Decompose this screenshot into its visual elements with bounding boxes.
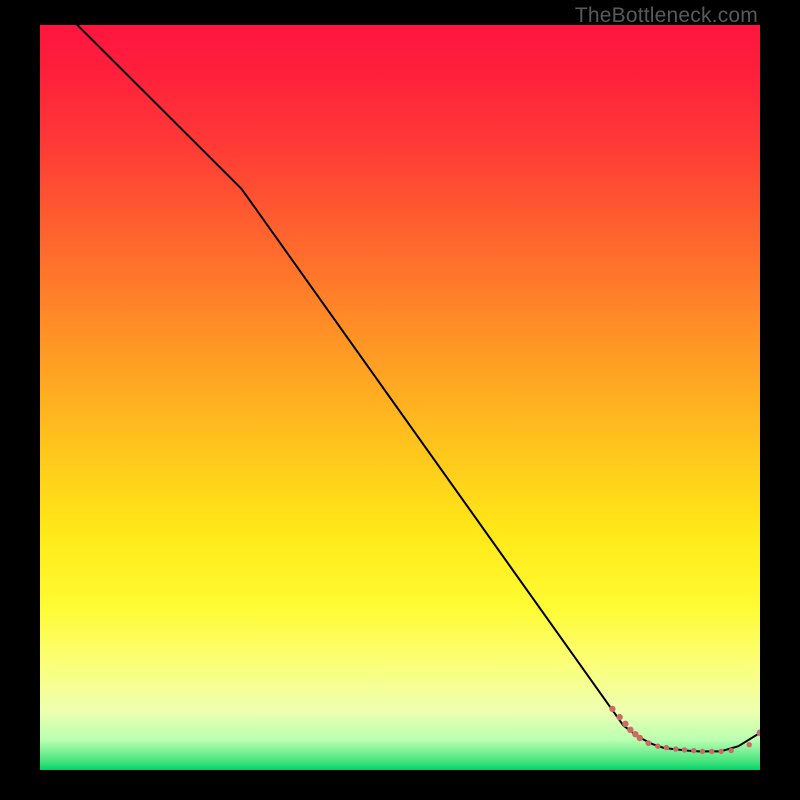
marker-dot xyxy=(622,721,628,727)
marker-dot xyxy=(664,745,669,750)
chart-svg xyxy=(40,25,760,770)
marker-dot xyxy=(747,742,752,747)
marker-dot xyxy=(718,749,723,754)
marker-dot xyxy=(709,749,714,754)
marker-dot xyxy=(673,746,678,751)
marker-dot xyxy=(609,706,615,712)
plot-area xyxy=(40,25,760,770)
marker-dot xyxy=(729,748,734,753)
marker-dot xyxy=(700,749,705,754)
marker-dot xyxy=(691,748,696,753)
marker-dot xyxy=(682,747,687,752)
marker-dot xyxy=(616,714,622,720)
marker-dot xyxy=(627,727,633,733)
marker-dot xyxy=(646,740,652,746)
marker-dot xyxy=(637,735,643,741)
curve-line xyxy=(40,25,760,751)
chart-frame: TheBottleneck.com xyxy=(0,0,800,800)
marker-dot xyxy=(655,744,660,749)
